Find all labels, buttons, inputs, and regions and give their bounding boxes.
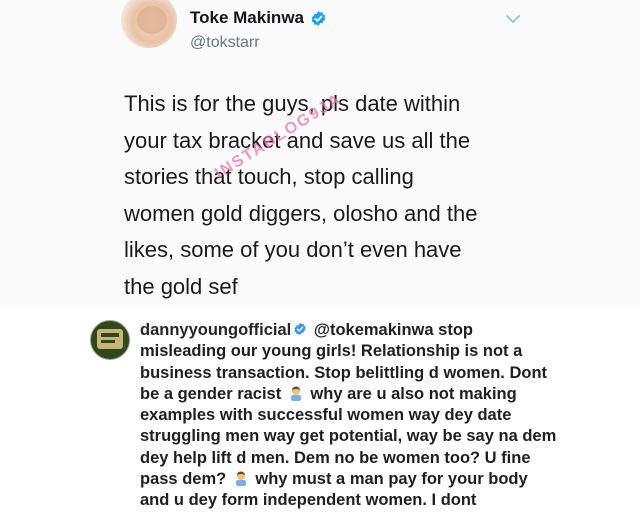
avatar-logo-line (101, 340, 115, 343)
tweet-author-avatar[interactable] (121, 0, 177, 48)
comment-body: dannyyoungofficial @tokemakinwa stop mis… (140, 320, 560, 512)
avatar-photo (137, 6, 167, 34)
tweet-author-handle[interactable]: @tokstarr (190, 34, 260, 52)
tweet-card: Toke Makinwa @tokstarr This is for the g… (0, 0, 640, 308)
verified-badge-icon (311, 10, 326, 26)
comment-mention[interactable]: @tokemakinwa (314, 321, 434, 339)
commenter-avatar[interactable] (90, 320, 130, 360)
man-facepalming-emoji-icon (235, 471, 246, 487)
tweet-author-name-row: Toke Makinwa (190, 8, 327, 28)
man-facepalming-emoji-icon (290, 386, 301, 401)
instagram-comment: dannyyoungofficial @tokemakinwa stop mis… (0, 308, 640, 515)
verified-badge-icon (294, 322, 306, 336)
chevron-down-icon[interactable] (504, 12, 522, 26)
avatar-logo (97, 329, 123, 349)
tweet-author-display-name[interactable]: Toke Makinwa (190, 8, 304, 28)
avatar-logo-line (101, 333, 119, 337)
commenter-username[interactable]: dannyyoungofficial (140, 321, 291, 339)
tweet-text: This is for the guys, pls date within yo… (124, 91, 478, 299)
